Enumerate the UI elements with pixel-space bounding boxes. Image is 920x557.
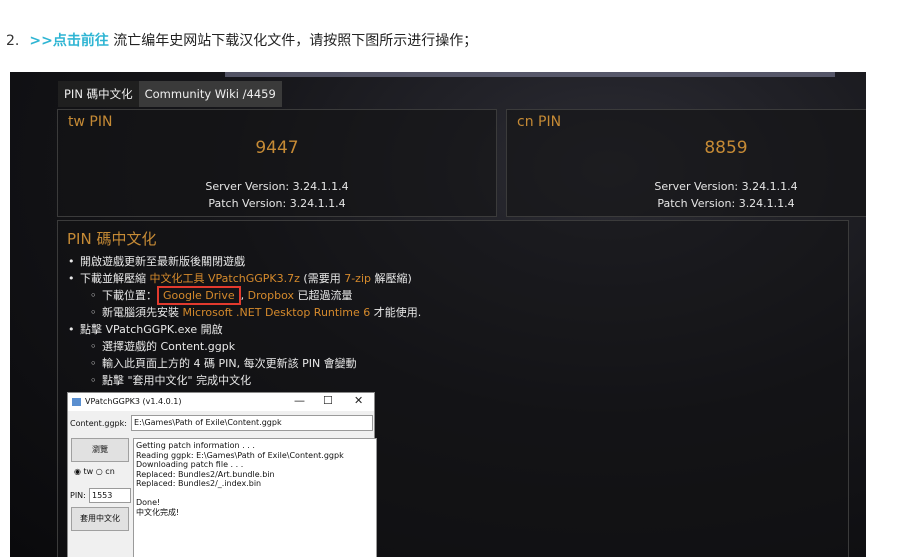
cn-radio-icon[interactable]: ○ [96,467,103,476]
cn-pin-title: cn PIN [517,114,562,130]
list-subitem: 輸入此頁面上方的 4 碼 PIN, 每次更新該 PIN 會變動 [68,355,421,372]
cn-version-info: Server Version: 3.24.1.1.4 Patch Version… [507,178,866,212]
content-label: Content.ggpk: [70,419,127,428]
screenshot-image: PIN 碼中文化 Community Wiki /4459 tw PIN 944… [10,72,866,557]
list-item: 開啟遊戲更新至最新版後關閉遊戲 [68,253,421,270]
log-output: Getting patch information . . . Reading … [133,438,377,557]
list-item: 下載並解壓縮 中文化工具 VPatchGGPK3.7z (需要用 7-zip 解… [68,270,421,287]
tw-radio-icon[interactable]: ◉ [74,467,81,476]
section-title: PIN 碼中文化 [67,230,157,248]
maximize-icon[interactable]: ☐ [323,394,333,407]
list-subitem: 點擊 "套用中文化" 完成中文化 [68,372,421,389]
go-link[interactable]: >>点击前往 [29,33,108,49]
region-radio-group: ◉ tw ○ cn [74,467,115,476]
pin-label: PIN: [70,491,86,500]
dropbox-link[interactable]: Dropbox [248,289,294,302]
tool-download-link[interactable]: 中文化工具 VPatchGGPK3.7z [150,272,300,285]
tab-community-wiki[interactable]: Community Wiki /4459 [138,81,282,107]
tw-pin-title: tw PIN [68,114,113,130]
browse-button[interactable]: 瀏覽 [71,438,129,462]
pin-input[interactable]: 1553 [89,488,131,503]
tw-patch-version: Patch Version: 3.24.1.1.4 [208,197,346,210]
tw-server-version: Server Version: 3.24.1.1.4 [205,180,349,193]
close-icon[interactable]: ✕ [354,394,363,407]
app-icon [72,398,81,406]
dotnet-runtime-link[interactable]: Microsoft .NET Desktop Runtime 6 [183,306,371,319]
tw-pin-panel: tw PIN 9447 Server Version: 3.24.1.1.4 P… [57,109,497,217]
cn-pin-value: 8859 [704,138,748,158]
vpatch-window: VPatchGGPK3 (v1.4.0.1) — ☐ ✕ Content.ggp… [67,392,377,557]
tab-bar: PIN 碼中文化 Community Wiki /4459 [58,81,282,107]
list-subitem: 下載位置：Google Drive, Dropbox 已超過流量 [68,286,421,305]
tw-pin-value: 9447 [255,138,299,158]
step-number: 2. [6,33,20,49]
instruction-step: 2. >>点击前往 流亡编年史网站下载汉化文件，请按照下图所示进行操作； [6,30,477,50]
step-text: 流亡编年史网站下载汉化文件，请按照下图所示进行操作； [108,33,478,49]
content-path-field[interactable]: E:\Games\Path of Exile\Content.ggpk [131,415,373,431]
cn-radio-label: cn [105,467,115,476]
cn-patch-version: Patch Version: 3.24.1.1.4 [657,197,795,210]
google-drive-link[interactable]: Google Drive [163,289,235,302]
tw-radio-label: tw [83,467,94,476]
tw-version-info: Server Version: 3.24.1.1.4 Patch Version… [58,178,496,212]
tab-pin-chinese[interactable]: PIN 碼中文化 [58,81,139,107]
instruction-list: 開啟遊戲更新至最新版後關閉遊戲 下載並解壓縮 中文化工具 VPatchGGPK3… [68,253,421,389]
list-subitem: 選擇遊戲的 Content.ggpk [68,338,421,355]
list-subitem: 新電腦須先安裝 Microsoft .NET Desktop Runtime 6… [68,304,421,321]
apply-chinese-button[interactable]: 套用中文化 [71,507,129,531]
window-title: VPatchGGPK3 (v1.4.0.1) [85,397,182,406]
window-titlebar: VPatchGGPK3 (v1.4.0.1) — ☐ ✕ [68,393,374,411]
header-decoration [225,72,835,77]
cn-server-version: Server Version: 3.24.1.1.4 [654,180,798,193]
7zip-link[interactable]: 7-zip [344,272,371,285]
list-item: 點擊 VPatchGGPK.exe 開啟 [68,321,421,338]
minimize-icon[interactable]: — [294,394,305,407]
cn-pin-panel: cn PIN 8859 Server Version: 3.24.1.1.4 P… [506,109,866,217]
